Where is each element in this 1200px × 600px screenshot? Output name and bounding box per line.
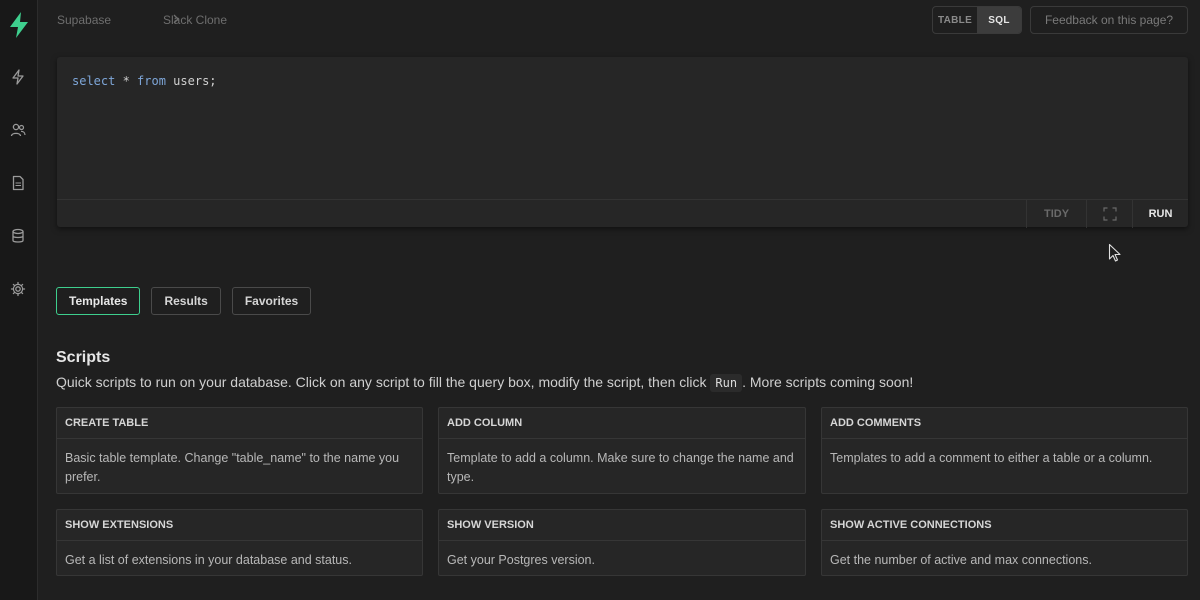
scripts-description: Quick scripts to run on your database. C… — [56, 374, 914, 392]
users-icon[interactable] — [7, 119, 29, 141]
sql-token: users; — [165, 74, 217, 88]
card-description: Template to add a column. Make sure to c… — [447, 451, 794, 484]
tab-favorites[interactable]: Favorites — [231, 287, 312, 315]
table-mode-button[interactable]: TABLE — [933, 7, 977, 33]
sidebar — [0, 0, 38, 600]
sql-editor[interactable]: select * from users; TIDY RUN — [57, 57, 1188, 228]
card-title: CREATE TABLE — [57, 408, 422, 439]
sql-code[interactable]: select * from users; — [72, 74, 217, 88]
card-title: SHOW ACTIVE CONNECTIONS — [822, 510, 1187, 541]
scripts-desc-text: Quick scripts to run on your database. C… — [56, 374, 711, 390]
card-title: SHOW VERSION — [439, 510, 805, 541]
script-card-show-active-connections[interactable]: SHOW ACTIVE CONNECTIONS Get the number o… — [821, 509, 1188, 576]
sql-mode-button[interactable]: SQL — [977, 7, 1021, 33]
run-kbd: Run — [710, 374, 743, 392]
tab-templates[interactable]: Templates — [56, 287, 141, 315]
lightning-icon[interactable] — [7, 66, 29, 88]
breadcrumb-project[interactable]: Slack Clone — [163, 13, 227, 27]
supabase-logo-icon[interactable] — [6, 11, 32, 39]
editor-toolbar: TIDY RUN — [57, 199, 1188, 228]
mode-toggle: TABLE SQL — [932, 6, 1022, 34]
scripts-heading: Scripts — [56, 349, 111, 366]
gear-icon[interactable] — [7, 278, 29, 300]
script-card-show-version[interactable]: SHOW VERSION Get your Postgres version. — [438, 509, 806, 576]
breadcrumb-root[interactable]: Supabase — [57, 13, 111, 27]
script-cards: CREATE TABLE Basic table template. Chang… — [56, 407, 1188, 576]
card-description: Get your Postgres version. — [447, 553, 595, 567]
script-card-add-column[interactable]: ADD COLUMN Template to add a column. Mak… — [438, 407, 806, 494]
mouse-cursor-icon — [1108, 243, 1122, 263]
document-icon[interactable] — [7, 172, 29, 194]
script-card-create-table[interactable]: CREATE TABLE Basic table template. Chang… — [56, 407, 423, 494]
expand-icon[interactable] — [1086, 200, 1132, 228]
feedback-button[interactable]: Feedback on this page? — [1030, 6, 1188, 34]
card-description: Get the number of active and max connect… — [830, 553, 1092, 567]
top-bar: Supabase Slack Clone — [38, 0, 1200, 40]
card-description: Get a list of extensions in your databas… — [65, 553, 352, 567]
script-card-add-comments[interactable]: ADD COMMENTS Templates to add a comment … — [821, 407, 1188, 494]
result-tabs: Templates Results Favorites — [56, 287, 312, 315]
sql-keyword: from — [137, 74, 166, 88]
card-description: Templates to add a comment to either a t… — [830, 451, 1153, 465]
script-card-show-extensions[interactable]: SHOW EXTENSIONS Get a list of extensions… — [56, 509, 423, 576]
scripts-desc-text-end: . More scripts coming soon! — [742, 374, 914, 390]
tidy-button[interactable]: TIDY — [1026, 200, 1086, 228]
card-title: ADD COMMENTS — [822, 408, 1187, 439]
sql-keyword: select — [72, 74, 116, 88]
database-icon[interactable] — [7, 225, 29, 247]
run-button[interactable]: RUN — [1132, 200, 1188, 228]
card-description: Basic table template. Change "table_name… — [65, 451, 400, 484]
card-title: SHOW EXTENSIONS — [57, 510, 422, 541]
tab-results[interactable]: Results — [151, 287, 221, 315]
sql-token: * — [115, 74, 138, 88]
card-title: ADD COLUMN — [439, 408, 805, 439]
